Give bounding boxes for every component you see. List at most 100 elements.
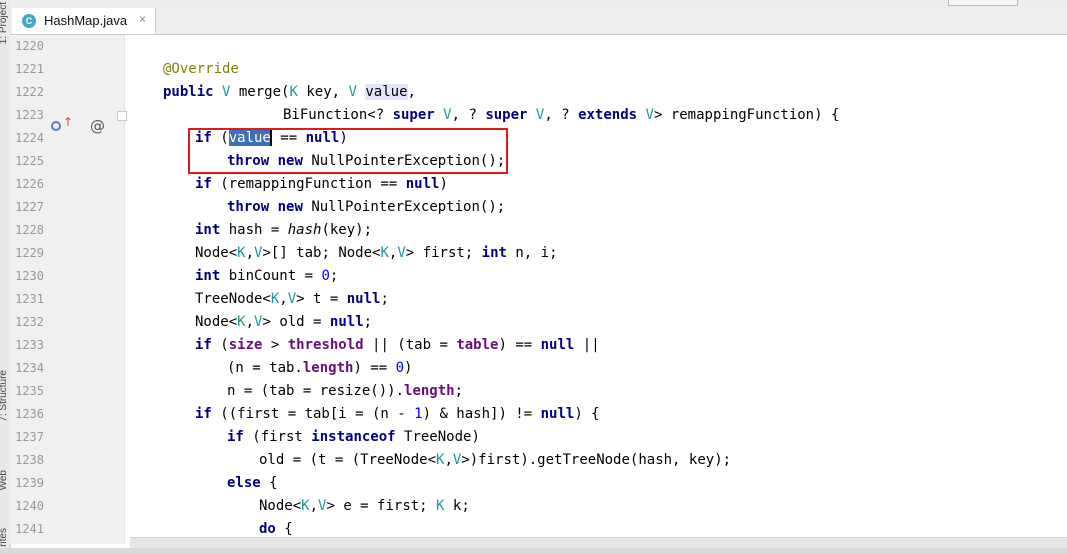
code-token: instanceof	[311, 429, 396, 445]
close-icon[interactable]: ×	[139, 12, 146, 26]
code-token: K	[289, 84, 298, 100]
code-token: table	[456, 337, 499, 353]
code-token: || (tab =	[363, 337, 457, 353]
favorites-tool-tab[interactable]: rites	[0, 528, 9, 547]
code-token: 0	[321, 268, 330, 284]
code-token: key,	[297, 84, 349, 100]
line-number: 1222	[15, 85, 44, 99]
code-line-1239: else {	[125, 472, 1067, 495]
code-token: > e = first;	[326, 498, 437, 514]
code-token: super	[392, 107, 435, 123]
code-token: merge(	[230, 84, 290, 100]
code-line-1227: throw new NullPointerException();	[125, 196, 1067, 219]
code-token: V	[348, 84, 357, 100]
tab-label: HashMap.java	[44, 13, 128, 28]
project-tool-tab[interactable]: 1: Project	[0, 2, 9, 44]
code-editor[interactable]: @Override public V merge(K key, V value,…	[125, 35, 1067, 544]
code-token: ,	[407, 84, 416, 100]
line-number: 1239	[15, 476, 44, 490]
go-to-super-arrow-icon[interactable]: ↑	[63, 116, 73, 128]
code-token: binCount =	[220, 268, 322, 284]
structure-tool-tab[interactable]: 7: Structure	[0, 370, 9, 422]
code-token: hash	[287, 222, 322, 238]
editor-tab-bar: C HashMap.java ×	[10, 8, 1067, 35]
code-token: )	[439, 176, 448, 192]
code-token: extends	[578, 107, 638, 123]
code-token: , ?	[544, 107, 579, 123]
line-number: 1229	[15, 246, 44, 260]
code-token: (first	[243, 429, 312, 445]
line-number: 1233	[15, 338, 44, 352]
code-token: > t =	[296, 291, 347, 307]
code-token: , ?	[451, 107, 486, 123]
code-token: new	[277, 199, 303, 215]
code-token: null	[540, 337, 575, 353]
code-token: Node<	[195, 245, 238, 261]
code-token: K	[380, 245, 389, 261]
code-token: ,	[245, 314, 255, 330]
line-number: 1234	[15, 361, 44, 375]
line-number: 1226	[15, 177, 44, 191]
code-token: V	[645, 107, 654, 123]
line-number: 1241	[15, 522, 44, 536]
code-token: ) ==	[498, 337, 541, 353]
code-token: null	[540, 406, 575, 422]
code-token: length	[302, 360, 354, 376]
code-token: ;	[380, 291, 389, 307]
code-token: ) ==	[353, 360, 396, 376]
code-line-1231: TreeNode<K,V> t = null;	[125, 288, 1067, 311]
code-token: K	[301, 498, 310, 514]
code-token: Node<	[195, 314, 238, 330]
code-line-1237: if (first instanceof TreeNode)	[125, 426, 1067, 449]
line-number: 1231	[15, 292, 44, 306]
code-token: if	[227, 429, 244, 445]
code-line-1228: int hash = hash(key);	[125, 219, 1067, 242]
code-token: ;	[363, 314, 373, 330]
code-token: null	[329, 314, 364, 330]
code-line-1223: BiFunction<? super V, ? super V, ? exten…	[125, 104, 1067, 127]
code-token: TreeNode<	[195, 291, 271, 307]
code-token: threshold	[287, 337, 364, 353]
code-token: (	[211, 337, 229, 353]
code-line-1238: old = (t = (TreeNode<K,V>)first).getTree…	[125, 449, 1067, 472]
code-line-1240: Node<K,V> e = first; K k;	[125, 495, 1067, 518]
code-token: (key);	[321, 222, 373, 238]
code-token: K	[237, 314, 246, 330]
code-token: size	[228, 337, 263, 353]
code-token: length	[404, 383, 455, 399]
code-line-1221: @Override	[125, 58, 1067, 81]
web-tool-tab[interactable]: Web	[0, 470, 9, 490]
code-token: {	[260, 475, 278, 491]
code-token: > remappingFunction) {	[653, 107, 840, 123]
annotation-at-icon[interactable]: @	[90, 116, 105, 136]
tab-hashmap-java[interactable]: C HashMap.java ×	[12, 8, 156, 34]
code-line-1233: if (size > threshold || (tab = table) ==…	[125, 334, 1067, 357]
code-token: int	[195, 268, 221, 284]
code-token: V	[287, 291, 297, 307]
line-number: 1230	[15, 269, 44, 283]
line-number: 1224	[15, 131, 44, 145]
horizontal-scrollbar[interactable]	[130, 537, 1067, 548]
line-number-gutter[interactable]: 1220 1221 1222 1223 1224 1225 1226 1227 …	[10, 35, 125, 544]
code-token: if	[195, 406, 212, 422]
code-token: n = (tab = resize()).	[227, 383, 405, 399]
navigation-field[interactable]	[948, 0, 1018, 6]
status-bar	[0, 548, 1067, 554]
line-number: 1237	[15, 430, 44, 444]
code-token: super	[485, 107, 528, 123]
overrides-method-icon[interactable]	[51, 121, 61, 131]
code-token: )	[404, 360, 413, 376]
code-line-1235: n = (tab = resize()).length;	[125, 380, 1067, 403]
code-token: ,	[444, 452, 453, 468]
code-token: (remappingFunction ==	[211, 176, 406, 192]
code-token: @Override	[163, 61, 239, 77]
code-token: >	[262, 337, 288, 353]
highlight-annotation-box	[188, 128, 508, 174]
code-token: old = (t = (TreeNode<	[259, 452, 437, 468]
line-number: 1240	[15, 499, 44, 513]
code-line-1234: (n = tab.length) == 0)	[125, 357, 1067, 380]
